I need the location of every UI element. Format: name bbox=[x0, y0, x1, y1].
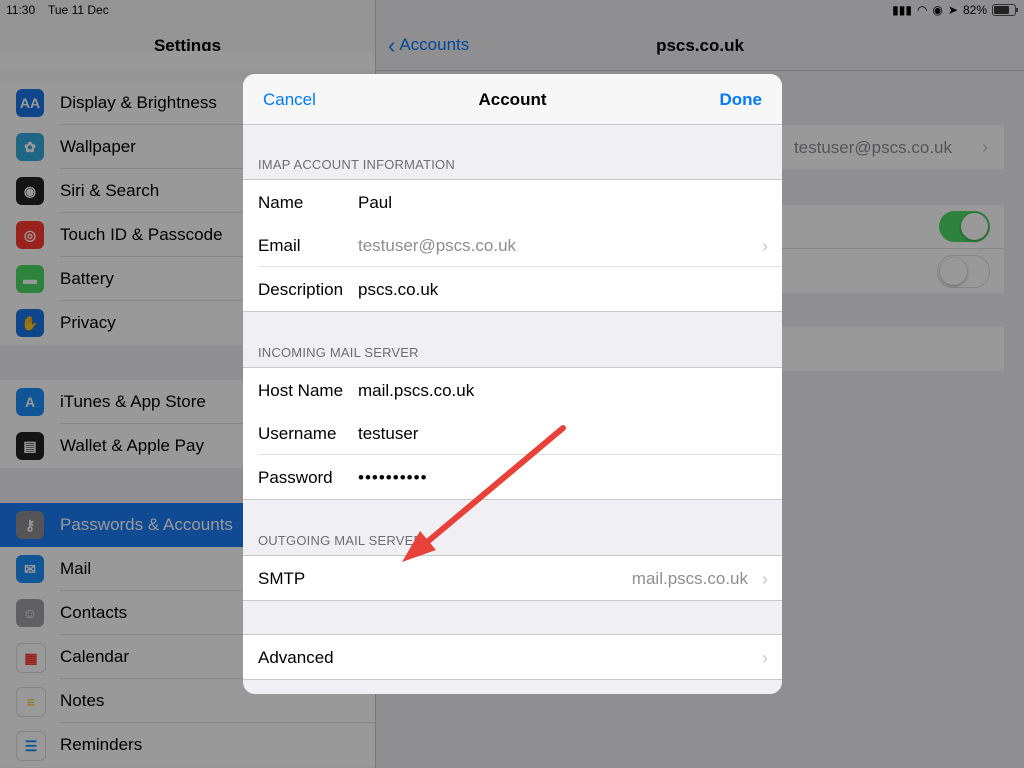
chevron-right-icon: › bbox=[762, 569, 768, 589]
password-row[interactable]: Password •••••••••• bbox=[243, 455, 782, 500]
outgoing-section-header: OUTGOING MAIL SERVER bbox=[258, 533, 424, 548]
wifi-icon: ◠ bbox=[916, 3, 928, 17]
location-icon: ➤ bbox=[947, 3, 958, 17]
lock-rotation-icon: ◉ bbox=[932, 3, 943, 17]
password-field[interactable]: •••••••••• bbox=[358, 468, 428, 488]
description-field[interactable]: pscs.co.uk bbox=[358, 280, 438, 300]
signal-icon: ▮▮▮ bbox=[892, 3, 912, 17]
name-field[interactable]: Paul bbox=[358, 193, 392, 213]
smtp-value: mail.pscs.co.uk bbox=[631, 569, 748, 588]
host-name-field[interactable]: mail.pscs.co.uk bbox=[358, 381, 474, 401]
email-label: Email bbox=[258, 236, 301, 255]
password-label: Password bbox=[258, 468, 333, 487]
username-label: Username bbox=[258, 424, 337, 443]
status-time: 11:30 bbox=[6, 3, 36, 17]
advanced-row[interactable]: Advanced › bbox=[243, 634, 782, 680]
status-bar: 11:30 Tue 11 Dec ▮▮▮ ◠ ◉ ➤ 82% bbox=[0, 0, 1024, 20]
name-row[interactable]: Name Paul bbox=[243, 179, 782, 224]
chevron-right-icon: › bbox=[762, 648, 768, 668]
smtp-row[interactable]: SMTP mail.pscs.co.uk › bbox=[243, 555, 782, 601]
status-date: Tue 11 Dec bbox=[48, 3, 109, 17]
host-name-label: Host Name bbox=[258, 381, 344, 400]
modal-navbar: Cancel Account Done bbox=[243, 74, 782, 125]
modal-title: Account bbox=[478, 90, 547, 109]
host-name-row[interactable]: Host Name mail.pscs.co.uk bbox=[243, 367, 782, 412]
imap-section-header: IMAP ACCOUNT INFORMATION bbox=[258, 157, 455, 172]
username-row[interactable]: Username testuser bbox=[243, 411, 782, 455]
name-label: Name bbox=[258, 193, 304, 212]
account-modal: Cancel Account Done IMAP ACCOUNT INFORMA… bbox=[243, 74, 782, 694]
advanced-label: Advanced bbox=[258, 648, 334, 667]
email-row[interactable]: Email testuser@pscs.co.uk › bbox=[243, 223, 782, 267]
description-label: Description bbox=[258, 280, 344, 299]
battery-status-icon bbox=[992, 4, 1018, 16]
status-right: ▮▮▮ ◠ ◉ ➤ 82% bbox=[892, 3, 1018, 17]
smtp-label: SMTP bbox=[258, 569, 306, 588]
done-button[interactable]: Done bbox=[720, 90, 763, 110]
email-value: testuser@pscs.co.uk bbox=[358, 236, 517, 255]
incoming-section-header: INCOMING MAIL SERVER bbox=[258, 345, 419, 360]
chevron-right-icon: › bbox=[762, 236, 768, 256]
battery-percent: 82% bbox=[962, 3, 987, 17]
description-row[interactable]: Description pscs.co.uk bbox=[243, 267, 782, 312]
username-field[interactable]: testuser bbox=[358, 424, 418, 444]
